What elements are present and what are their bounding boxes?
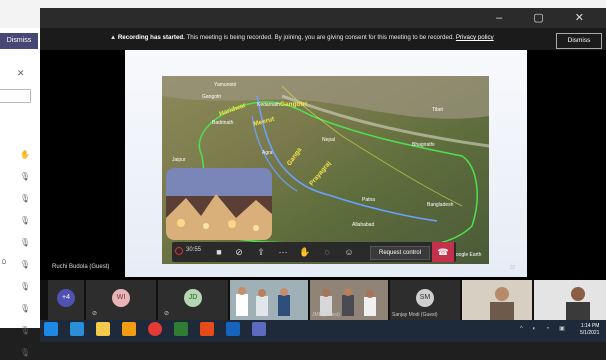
map-label: Gangotri bbox=[202, 94, 221, 100]
participant-list-item[interactable]: 🎙 bbox=[2, 326, 36, 338]
participant-list-item[interactable]: 🎙 bbox=[2, 238, 36, 250]
participant-tile[interactable]: WI ⊘ bbox=[86, 280, 156, 320]
avatar: JD bbox=[184, 289, 202, 307]
raise-hand-icon[interactable]: ✋ bbox=[298, 242, 312, 262]
participant-list-item[interactable]: D 🎙 bbox=[2, 260, 36, 272]
participant-list-item[interactable]: 🎙 bbox=[2, 348, 36, 360]
video-feed bbox=[462, 280, 532, 320]
recording-indicator-icon bbox=[175, 247, 183, 255]
recording-banner-text: ▲ Recording has started. This meeting is… bbox=[110, 34, 494, 41]
google-earth-watermark: Google Earth bbox=[452, 252, 482, 258]
video-feed bbox=[534, 280, 606, 320]
teams-icon[interactable] bbox=[252, 322, 266, 336]
mic-off-icon: 🎙 bbox=[19, 282, 30, 291]
participant-list-item[interactable]: 🎙 bbox=[2, 172, 36, 184]
participant-list-item[interactable]: 🎙 bbox=[2, 216, 36, 228]
media-player-icon[interactable] bbox=[122, 322, 136, 336]
participant-name: JMP (Guest) bbox=[312, 312, 340, 318]
window-controls[interactable]: – ▢ ✕ bbox=[496, 11, 598, 24]
map-label: Nepal bbox=[322, 137, 335, 143]
map-label: Agra bbox=[262, 150, 273, 156]
presenter-name: Ruchi Budola (Guest) bbox=[52, 264, 110, 270]
chat-icon[interactable]: ◌ bbox=[320, 242, 334, 262]
mic-off-icon: 🎙 bbox=[19, 238, 30, 247]
map-label: Jaipur bbox=[172, 157, 186, 163]
participant-tile[interactable]: JD ⊘ bbox=[158, 280, 228, 320]
system-tray-icons[interactable]: ^ ◐ ◔ ▣ bbox=[520, 325, 569, 332]
raise-hand-icon: ✋ bbox=[20, 150, 30, 159]
start-icon[interactable] bbox=[44, 322, 58, 336]
more-options-icon[interactable]: ⋯ bbox=[276, 242, 290, 262]
participant-tile[interactable]: SM Sanjay Modi (Guest) bbox=[390, 280, 460, 320]
participant-list-item[interactable]: 🎙 bbox=[2, 304, 36, 316]
ie-browser-icon[interactable] bbox=[70, 322, 84, 336]
participant-list-item[interactable]: 🎙 bbox=[2, 282, 36, 294]
avatar: WI bbox=[112, 289, 130, 307]
people-icon[interactable]: ☺ bbox=[342, 242, 356, 262]
mic-off-icon: 🎙 bbox=[19, 194, 30, 203]
avatar: SM bbox=[416, 289, 434, 307]
mic-off-icon: 🎙 bbox=[19, 304, 30, 313]
map-label: Tibet bbox=[432, 107, 444, 113]
chrome-icon[interactable] bbox=[148, 322, 162, 336]
request-control-button[interactable]: Request control bbox=[370, 246, 430, 260]
video-feed bbox=[230, 280, 308, 320]
dismiss-button-left[interactable]: Dismiss bbox=[0, 33, 38, 49]
dismiss-button[interactable]: Dismiss bbox=[556, 33, 602, 49]
mic-off-icon: ⊘ bbox=[164, 311, 170, 317]
map-label: Kedarnath bbox=[257, 102, 280, 108]
clock-time: 1:14 PM bbox=[580, 323, 600, 329]
mic-off-icon: 🎙 bbox=[19, 172, 30, 181]
call-timer: 30:55 bbox=[186, 247, 202, 253]
mic-off-icon[interactable]: ⊘ bbox=[232, 242, 246, 262]
map-label: Badrinath bbox=[212, 120, 234, 126]
participant-tile[interactable] bbox=[462, 280, 532, 320]
map-label: Yamunotri bbox=[214, 82, 236, 88]
participant-name: Sanjay Modi (Guest) bbox=[392, 312, 438, 318]
slide-number: 37 bbox=[510, 265, 516, 271]
participant-tile[interactable] bbox=[534, 280, 606, 320]
kumbh-photo-thumbnail bbox=[166, 168, 272, 240]
share-screen-icon[interactable]: ⇪ bbox=[254, 242, 268, 262]
privacy-policy-link[interactable]: Privacy policy bbox=[456, 34, 494, 41]
clock-date: 5/1/2021 bbox=[580, 330, 600, 336]
participant-tile[interactable]: +4 bbox=[48, 280, 84, 320]
river-label: Gangotri bbox=[280, 101, 307, 108]
close-icon[interactable]: ✕ bbox=[17, 68, 25, 79]
participant-list-item[interactable]: 🎙 bbox=[2, 194, 36, 206]
mic-off-icon: ⊘ bbox=[92, 311, 98, 317]
map-label: Patna bbox=[362, 197, 375, 203]
search-input[interactable] bbox=[0, 89, 31, 103]
avatar: +4 bbox=[57, 289, 75, 307]
mic-off-icon: 🎙 bbox=[19, 260, 30, 269]
participant-list-label: D bbox=[2, 260, 7, 266]
banner-body: This meeting is being recorded. By joini… bbox=[184, 34, 455, 41]
excel-icon[interactable] bbox=[174, 322, 188, 336]
participant-list-item[interactable]: ✋ bbox=[2, 150, 36, 162]
warning-icon: ▲ bbox=[110, 34, 118, 41]
word-icon[interactable] bbox=[226, 322, 240, 336]
file-explorer-icon[interactable] bbox=[96, 322, 110, 336]
participant-tile[interactable] bbox=[230, 280, 308, 320]
powerpoint-icon[interactable] bbox=[200, 322, 214, 336]
map-label: Bhagirathi bbox=[412, 142, 435, 148]
participant-tile[interactable]: JMP (Guest) bbox=[310, 280, 388, 320]
mic-off-icon: 🎙 bbox=[19, 348, 30, 357]
camera-icon[interactable]: ■ bbox=[212, 242, 226, 262]
hang-up-button[interactable]: ☎ bbox=[432, 242, 454, 262]
map-label: Bangladesh bbox=[427, 202, 454, 208]
mic-off-icon: 🎙 bbox=[19, 216, 30, 225]
banner-bold: Recording has started. bbox=[117, 34, 185, 41]
taskbar-clock[interactable]: 1:14 PM 5/1/2021 bbox=[580, 323, 599, 337]
map-label: Allahabad bbox=[352, 222, 374, 228]
mic-off-icon: 🎙 bbox=[19, 326, 30, 335]
